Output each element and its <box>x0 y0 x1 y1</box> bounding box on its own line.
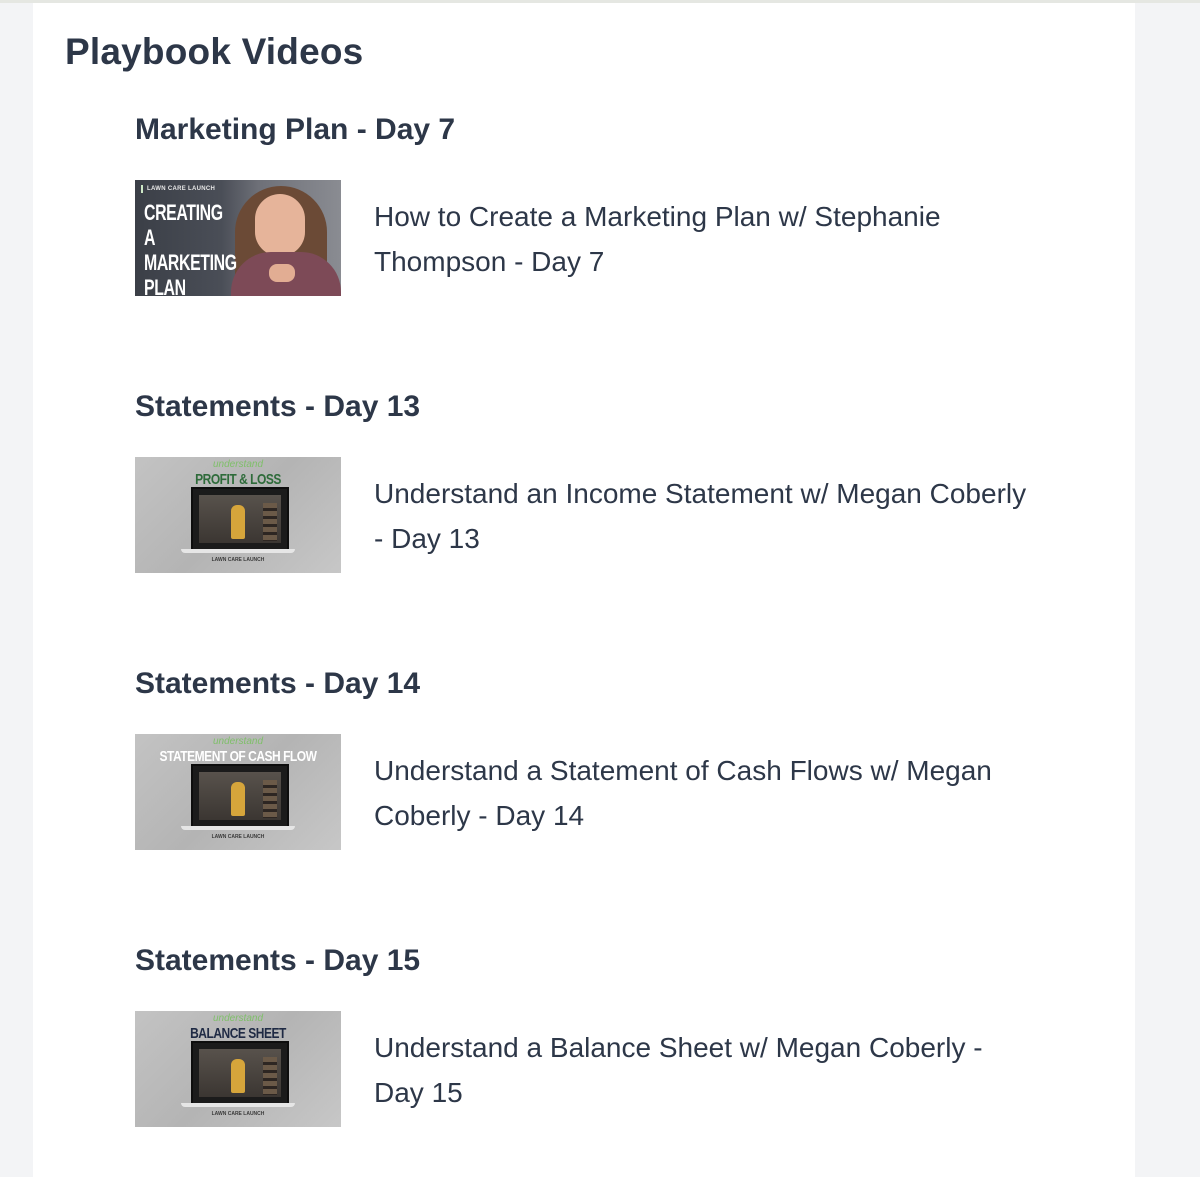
presenter-figure <box>231 782 245 816</box>
laptop-image <box>191 1041 289 1105</box>
video-title-link[interactable]: Understand a Balance Sheet w/ Megan Cobe… <box>374 1025 1034 1115</box>
video-title-link[interactable]: Understand an Income Statement w/ Megan … <box>374 471 1034 561</box>
thumbnail-script-text: understand <box>212 459 264 470</box>
thumbnail-person-hands <box>269 264 295 282</box>
section-heading-statements-day-15: Statements - Day 15 <box>135 944 421 977</box>
video-item-balance-sheet[interactable]: understand BALANCE SHEET LAWN CARE LAUNC… <box>135 1011 1035 1128</box>
thumbnail-person-face <box>255 194 305 256</box>
thumbnail-text-line: PLAN <box>144 275 186 296</box>
laptop-screen <box>199 495 281 543</box>
video-thumbnail[interactable]: understand PROFIT & LOSS LAWN CARE LAUNC… <box>135 457 341 573</box>
presenter-figure <box>231 505 245 539</box>
thumbnail-label: BALANCE SHEET <box>190 1025 286 1042</box>
section-heading-statements-day-13: Statements - Day 13 <box>135 390 421 423</box>
laptop-base <box>181 549 295 553</box>
playbook-videos-panel: Playbook Videos Marketing Plan - Day 7 L… <box>33 3 1135 1177</box>
video-title-link[interactable]: Understand a Statement of Cash Flows w/ … <box>374 748 1034 838</box>
laptop-base <box>181 826 295 830</box>
video-item-cash-flows[interactable]: understand STATEMENT OF CASH FLOW LAWN C… <box>135 734 1035 851</box>
laptop-image <box>191 487 289 551</box>
video-item-income-statement[interactable]: understand PROFIT & LOSS LAWN CARE LAUNC… <box>135 457 1035 574</box>
presenter-figure <box>231 1059 245 1093</box>
thumbnail-label: PROFIT & LOSS <box>195 471 281 488</box>
thumbnail-text-line: MARKETING <box>144 250 237 275</box>
section-heading-marketing-plan: Marketing Plan - Day 7 <box>135 113 456 146</box>
video-thumbnail[interactable]: understand BALANCE SHEET LAWN CARE LAUNC… <box>135 1011 341 1127</box>
video-thumbnail[interactable]: LAWN CARE LAUNCH CREATING A MARKETING PL… <box>135 180 341 296</box>
thumbnail-brand: LAWN CARE LAUNCH <box>211 557 265 563</box>
laptop-base <box>181 1103 295 1107</box>
thumbnail-text: CREATING A MARKETING PLAN <box>144 200 237 296</box>
video-title-link[interactable]: How to Create a Marketing Plan w/ Stepha… <box>374 194 1034 284</box>
page-title: Playbook Videos <box>65 31 364 72</box>
video-thumbnail[interactable]: understand STATEMENT OF CASH FLOW LAWN C… <box>135 734 341 850</box>
thumbnail-script-text: understand <box>212 736 264 747</box>
laptop-screen <box>199 772 281 820</box>
bookshelf <box>263 780 277 818</box>
thumbnail-script-text: understand <box>212 1013 264 1024</box>
section-heading-statements-day-14: Statements - Day 14 <box>135 667 421 700</box>
laptop-image <box>191 764 289 828</box>
video-item-marketing-plan[interactable]: LAWN CARE LAUNCH CREATING A MARKETING PL… <box>135 180 1035 297</box>
laptop-screen <box>199 1049 281 1097</box>
thumbnail-brand: LAWN CARE LAUNCH <box>147 186 216 192</box>
thumbnail-brand: LAWN CARE LAUNCH <box>211 834 265 840</box>
thumbnail-text-line: CREATING A <box>144 200 223 250</box>
thumbnail-brand: LAWN CARE LAUNCH <box>211 1111 265 1117</box>
bookshelf <box>263 1057 277 1095</box>
thumbnail-label: STATEMENT OF CASH FLOW <box>159 748 317 765</box>
bookshelf <box>263 503 277 541</box>
